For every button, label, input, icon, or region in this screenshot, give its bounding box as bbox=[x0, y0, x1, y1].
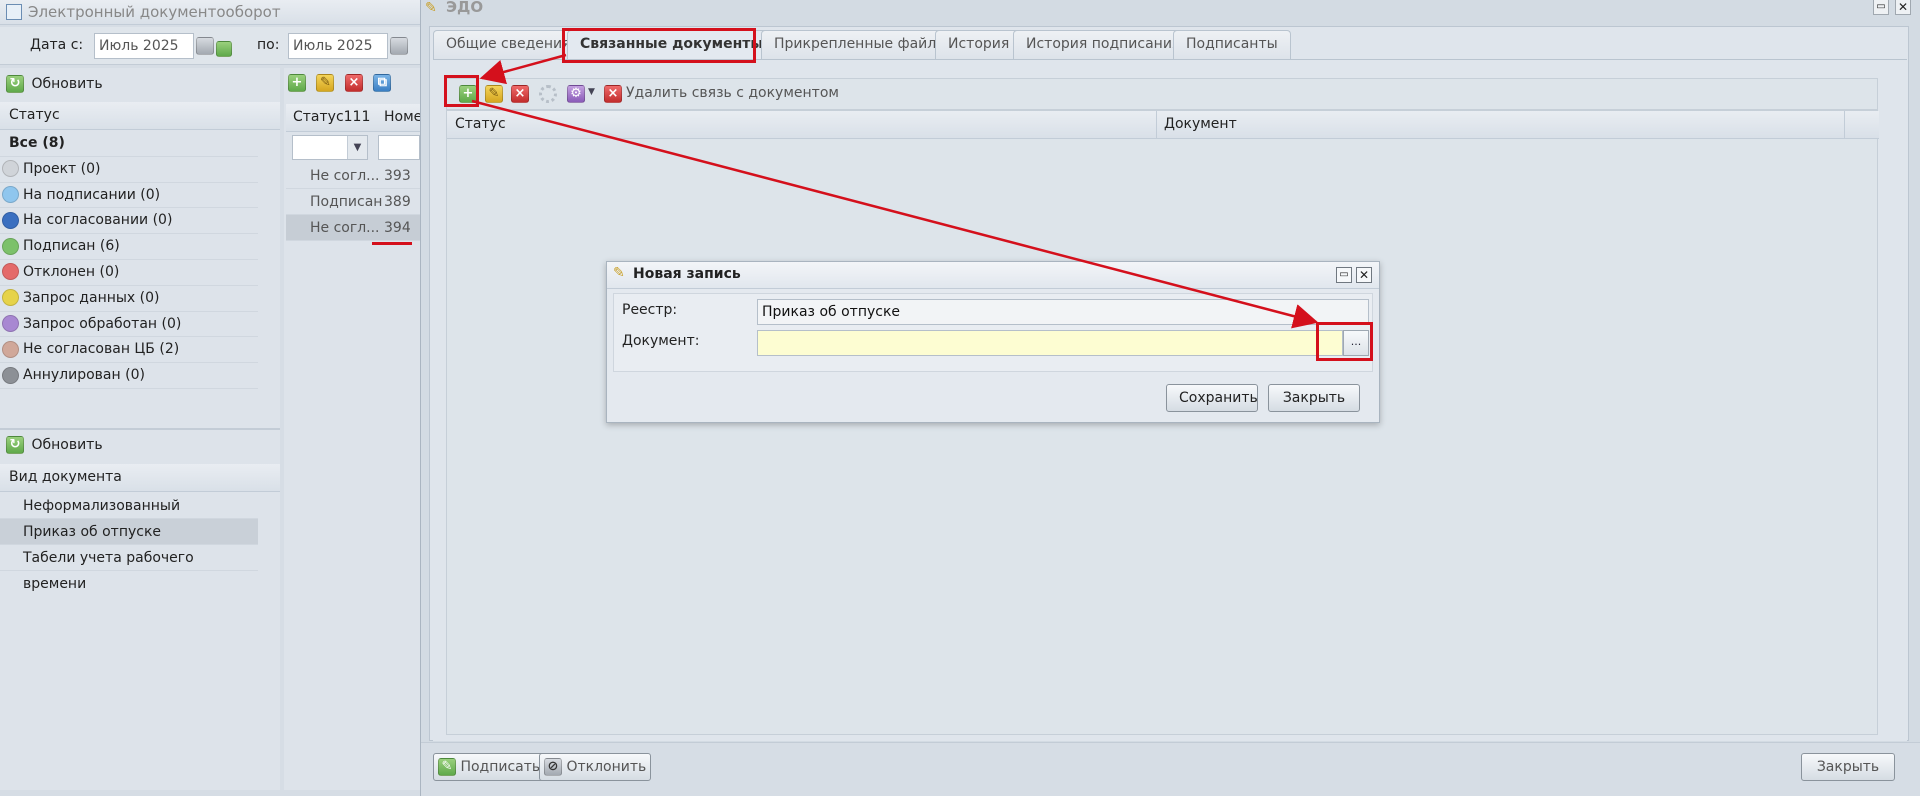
annotation-arrows bbox=[471, 53, 1319, 329]
annotation-arrow-to-add bbox=[479, 53, 567, 85]
annotation-arrow-to-browse bbox=[471, 99, 1319, 329]
